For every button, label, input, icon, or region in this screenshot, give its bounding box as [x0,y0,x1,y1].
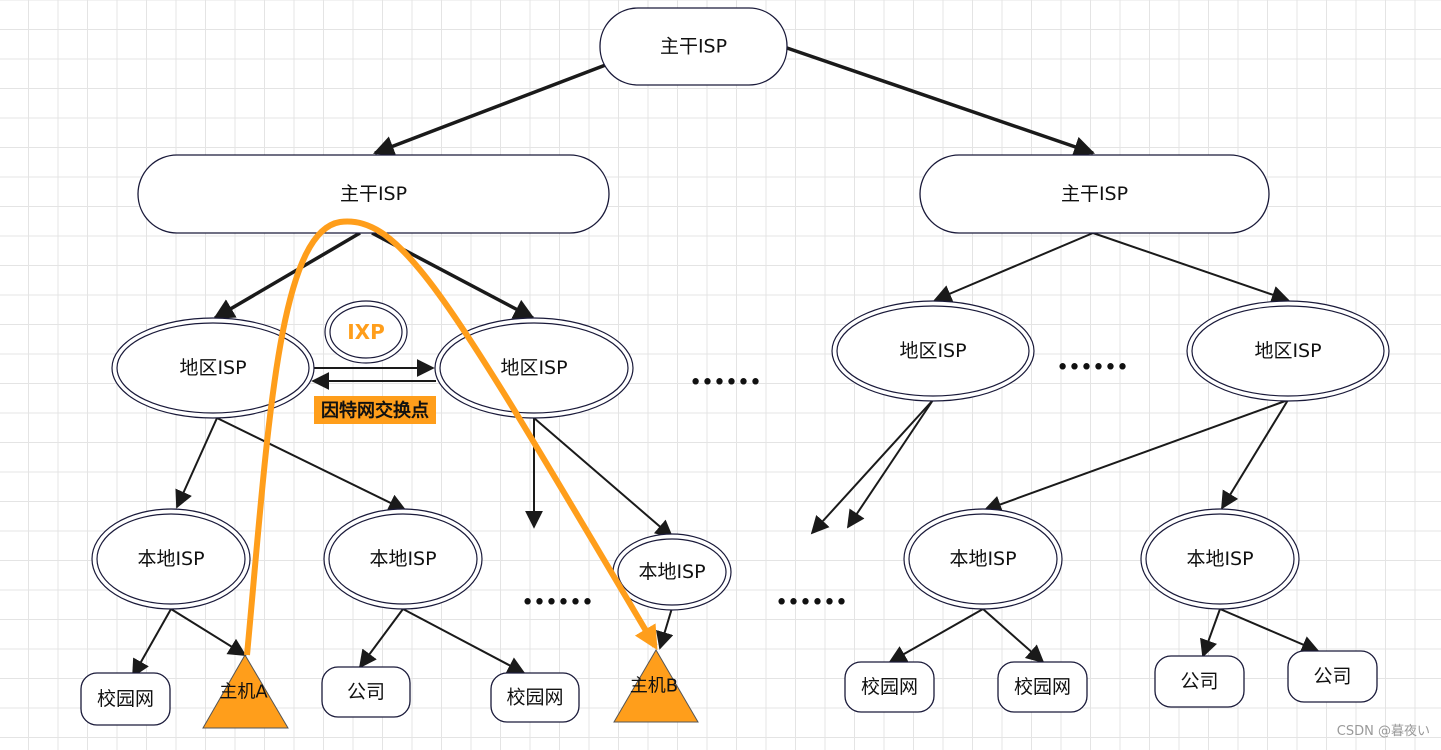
local-isp-2[interactable]: 本地ISP [323,508,483,610]
link [175,417,218,509]
local-isp-1[interactable]: 本地ISP [91,508,251,610]
top-label: 主干ISP [660,36,727,58]
backbone-link [786,46,1095,157]
link [982,608,1045,664]
link [846,399,934,529]
company-1[interactable]: 公司 [321,666,411,718]
backbone-isp-right[interactable]: 主干ISP [919,154,1270,234]
host-a[interactable]: 主机A [202,654,289,729]
campus-network-2[interactable]: 校园网 [490,672,580,723]
backbone-isp-top[interactable]: 主干ISP [599,7,788,86]
campus-network-4[interactable]: 校园网 [997,661,1088,713]
regional2-label: 地区ISP [500,357,567,379]
company3-label: 公司 [1313,666,1351,688]
hostA-label: 主机A [219,682,268,703]
link [1092,232,1290,304]
campus-network-1[interactable]: 校园网 [80,672,171,726]
host-b[interactable]: 主机B [613,649,699,723]
link [888,608,984,663]
company2-label: 公司 [1180,671,1218,693]
ellipsis-dots: •••••• [689,371,761,396]
local2-label: 本地ISP [369,548,436,570]
campus3-label: 校园网 [861,676,918,698]
local4-label: 本地ISP [949,548,1016,570]
backbone-isp-left[interactable]: 主干ISP [137,154,610,234]
campus4-label: 校园网 [1014,676,1071,698]
campus1-label: 校园网 [97,688,154,710]
watermark: CSDN @暮夜い [1337,724,1430,739]
ixp-label: IXP [347,320,385,344]
local-isp-5[interactable]: 本地ISP [1140,508,1300,610]
link [1221,399,1289,510]
backbone1-label: 主干ISP [340,183,407,205]
ellipsis-dots: •••••• [775,591,847,616]
company-2[interactable]: 公司 [1154,655,1245,708]
regional4-label: 地区ISP [1254,340,1321,362]
regional3-label: 地区ISP [899,340,966,362]
campus-network-3[interactable]: 校园网 [844,661,935,713]
regional-isp-4[interactable]: 地区ISP [1186,300,1390,402]
ellipsis-dots: •••••• [1056,356,1128,381]
backbone2-label: 主干ISP [1061,183,1128,205]
ixp_label-label: 因特网交换点 [321,400,429,422]
link [216,417,407,511]
network-hierarchy-diagram: 主干ISP 主干ISP 主干ISP 地区ISP 地区ISP 地区ISP 地区ISP IXP 本地… [0,0,1441,750]
link [402,608,526,674]
company-3[interactable]: 公司 [1287,650,1378,703]
link [656,607,674,650]
ixp-caption: 因特网交换点 [314,396,436,424]
link [933,232,1094,302]
ellipsis-dots: •••••• [521,591,593,616]
regional1-label: 地区ISP [179,357,246,379]
campus2-label: 校园网 [506,687,563,709]
local-isp-4[interactable]: 本地ISP [903,508,1063,610]
regional-isp-3[interactable]: 地区ISP [831,300,1035,402]
link [1219,608,1320,653]
link [810,399,934,535]
local3-label: 本地ISP [638,561,705,583]
local1-label: 本地ISP [137,548,204,570]
local5-label: 本地ISP [1186,548,1253,570]
link [983,399,1289,513]
link [170,608,247,656]
local-isp-3[interactable]: 本地ISP [612,533,732,611]
ixp-node[interactable]: IXP [324,300,408,364]
company1-label: 公司 [347,681,385,703]
link [358,608,404,669]
hostB-label: 主机B [630,676,678,697]
